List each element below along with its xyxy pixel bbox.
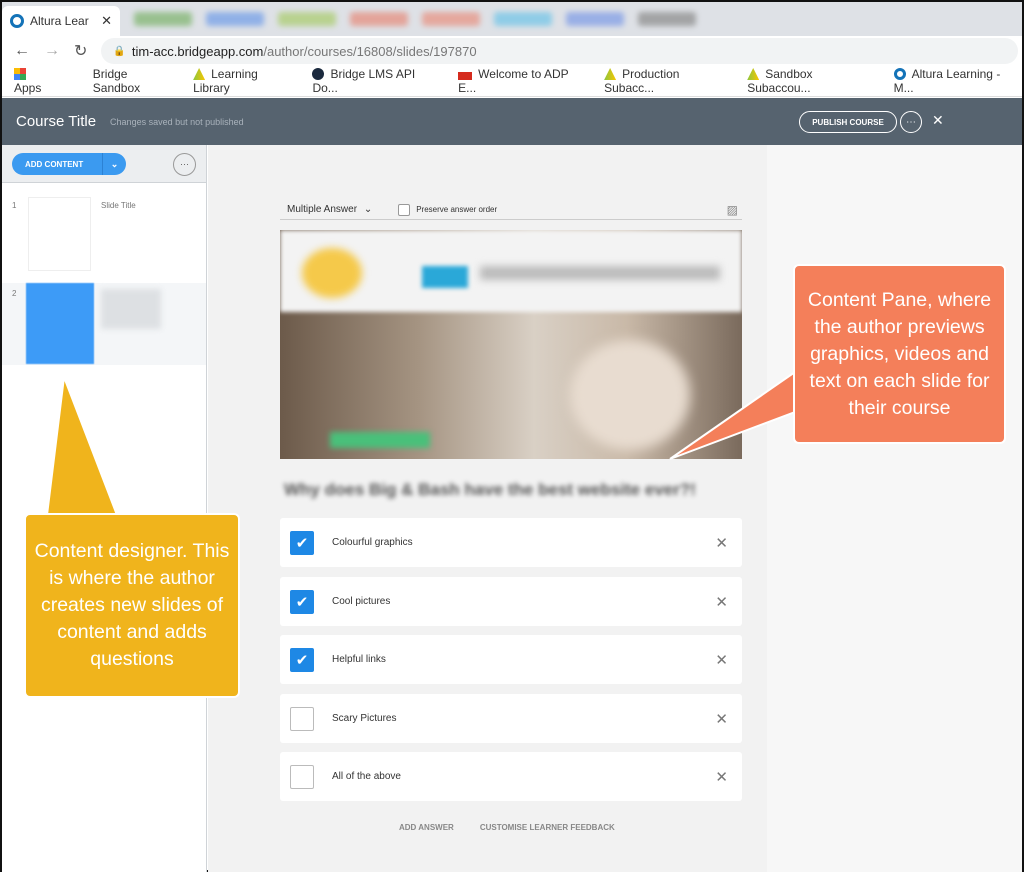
content-pane-callout: Content Pane, where the author previews …: [793, 264, 1006, 444]
orange-pointer: [669, 370, 796, 460]
yellow-pointer: [45, 376, 119, 516]
callout-text: Content designer. This is where the auth…: [34, 540, 230, 670]
callout-text: Content Pane, where the author previews …: [807, 288, 992, 419]
content-designer-callout: Content designer. This is where the auth…: [24, 513, 240, 698]
